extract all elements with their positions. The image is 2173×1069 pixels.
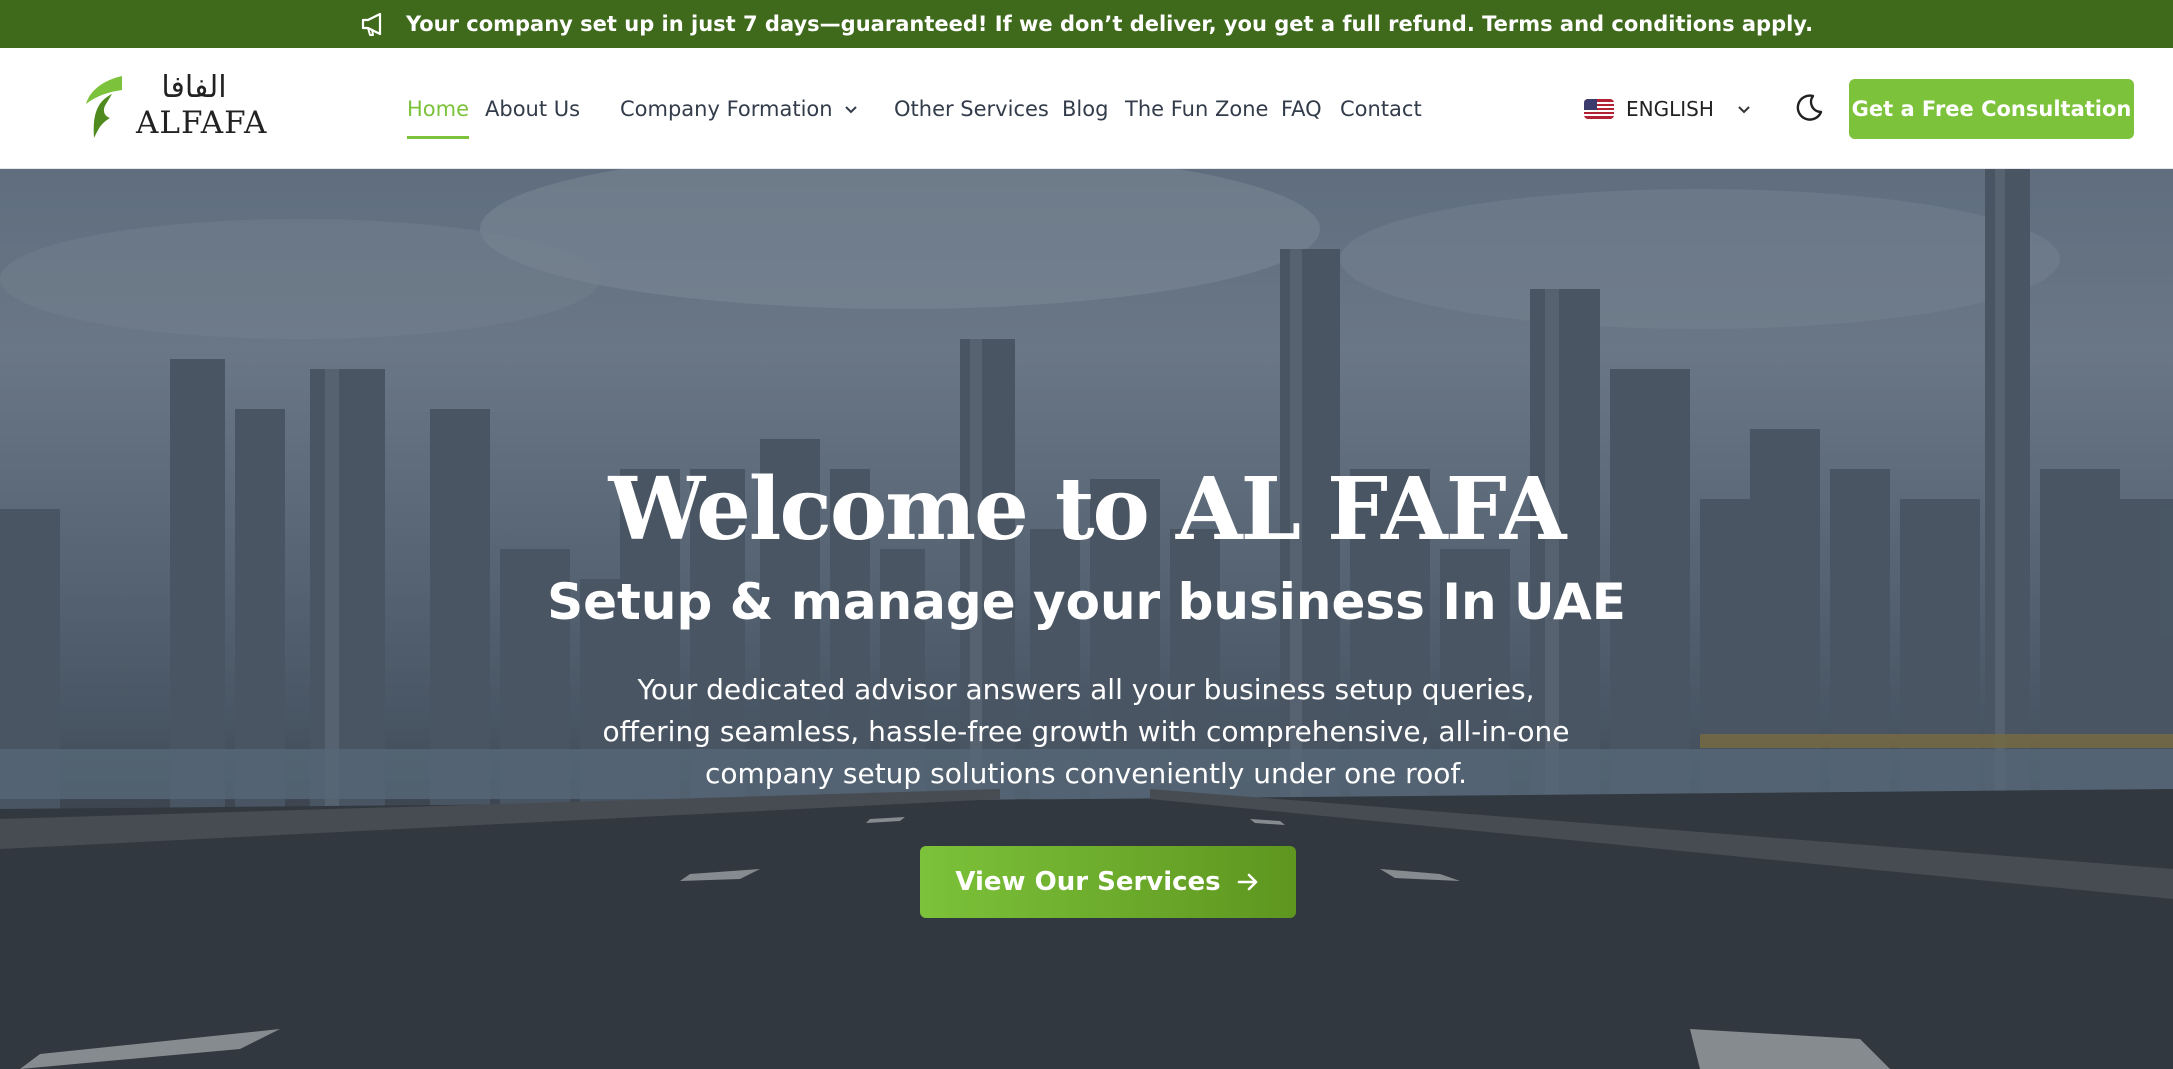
hero-description: Your dedicated advisor answers all your …	[602, 673, 1570, 790]
moon-icon[interactable]	[1793, 92, 1825, 124]
logo-mark-icon	[86, 76, 122, 138]
nav-blog[interactable]: Blog	[1062, 48, 1108, 169]
nav-company-formation[interactable]: Company Formation	[620, 48, 859, 169]
hero-title: Welcome to AL FAFA	[608, 459, 1567, 560]
nav-faq[interactable]: FAQ	[1281, 48, 1322, 169]
hero-section: Welcome to AL FAFA Setup & manage your b…	[0, 169, 2173, 1069]
nav-home[interactable]: Home	[407, 48, 470, 169]
hero-subtitle: Setup & manage your business In UAE	[547, 573, 1626, 631]
nav-about-us[interactable]: About Us	[485, 48, 580, 169]
nav-other-services[interactable]: Other Services	[894, 48, 1049, 169]
megaphone-icon	[361, 12, 382, 36]
logo-latin-text: ALFAFA	[136, 105, 268, 141]
announcement-text: Your company set up in just 7 days—guara…	[405, 12, 1814, 36]
site-header: الفافا ALFAFA Home About Us Company Form…	[0, 48, 2173, 169]
announcement-bar: Your company set up in just 7 days—guara…	[0, 0, 2173, 48]
view-our-services-label: View Our Services	[955, 867, 1221, 897]
language-selector[interactable]: ENGLISH	[1584, 48, 1752, 169]
language-label: ENGLISH	[1626, 96, 1714, 121]
chevron-down-icon	[844, 105, 857, 113]
arrow-right-icon	[1237, 873, 1257, 891]
us-flag-icon	[1584, 98, 1614, 119]
free-consultation-button[interactable]: Get a Free Consultation	[1849, 79, 2134, 139]
nav-the-fun-zone[interactable]: The Fun Zone	[1125, 48, 1268, 169]
view-our-services-button[interactable]: View Our Services	[920, 846, 1296, 918]
logo-arabic-text: الفافا	[161, 70, 227, 105]
nav-contact[interactable]: Contact	[1340, 48, 1422, 169]
logo[interactable]: الفافا ALFAFA	[82, 70, 266, 144]
chevron-down-icon	[1738, 105, 1750, 113]
nav-company-formation-label: Company Formation	[620, 96, 833, 121]
